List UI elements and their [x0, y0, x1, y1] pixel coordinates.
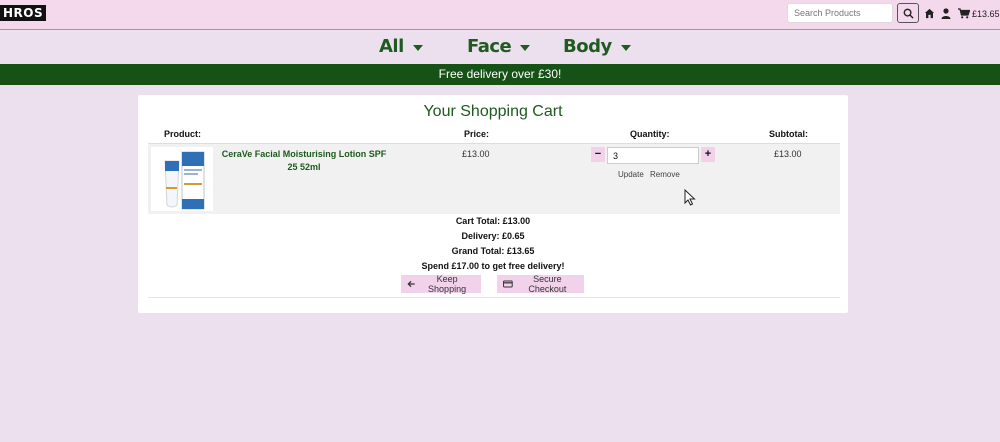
- free-delivery-note: Spend £17.00 to get free delivery!: [421, 261, 565, 271]
- category-nav: All Face Body: [0, 30, 1000, 64]
- cart-total-text: Cart Total: £13.00: [455, 216, 531, 226]
- delivery-text: Delivery: £0.65: [461, 231, 525, 241]
- item-price: £13.00: [462, 149, 490, 159]
- remove-link[interactable]: Remove: [650, 170, 680, 179]
- decrement-quantity-button[interactable]: −: [591, 147, 605, 162]
- credit-card-icon: [503, 280, 513, 288]
- logo[interactable]: HROS: [0, 5, 47, 21]
- secure-checkout-button[interactable]: Secure Checkout: [497, 274, 584, 294]
- grand-total-text: Grand Total: £13.65: [451, 246, 535, 256]
- arrow-left-icon: [407, 280, 415, 288]
- user-icon[interactable]: [940, 7, 952, 19]
- page-title: Your Shopping Cart: [423, 103, 563, 120]
- search-button[interactable]: [897, 3, 919, 23]
- quantity-input[interactable]: [607, 147, 699, 164]
- cart-icon[interactable]: [958, 7, 970, 19]
- keep-shopping-button[interactable]: Keep Shopping: [401, 274, 481, 294]
- column-header-quantity: Quantity:: [630, 129, 670, 139]
- shopping-cart-card: Your Shopping Cart Product: Price: Quant…: [138, 95, 848, 313]
- search-icon: [903, 8, 914, 19]
- nav-category-body[interactable]: Body: [563, 36, 631, 57]
- product-name[interactable]: CeraVe Facial Moisturising Lotion SPF 25…: [218, 148, 390, 174]
- increment-quantity-button[interactable]: +: [701, 147, 715, 162]
- item-subtotal: £13.00: [774, 149, 802, 159]
- search-input[interactable]: [787, 3, 893, 23]
- chevron-down-icon: [412, 44, 423, 51]
- nav-category-label: All: [379, 36, 404, 57]
- column-header-subtotal: Subtotal:: [769, 129, 808, 139]
- top-bar: HROS £13.65: [0, 0, 1000, 30]
- chevron-down-icon: [620, 44, 631, 51]
- divider: [148, 297, 840, 298]
- chevron-down-icon: [520, 44, 531, 51]
- keep-shopping-label: Keep Shopping: [428, 274, 467, 294]
- column-header-product: Product:: [164, 129, 201, 139]
- column-header-price: Price:: [464, 129, 490, 139]
- update-link[interactable]: Update: [618, 170, 644, 179]
- nav-category-face[interactable]: Face: [467, 36, 531, 57]
- cart-item-row: CeraVe Facial Moisturising Lotion SPF 25…: [148, 143, 840, 214]
- free-delivery-banner: Free delivery over £30!: [0, 64, 1000, 85]
- mouse-cursor-icon: [684, 189, 696, 206]
- home-icon[interactable]: [923, 7, 935, 19]
- product-image[interactable]: [151, 147, 213, 211]
- nav-category-label: Body: [563, 36, 612, 57]
- cart-total[interactable]: £13.65: [972, 8, 1000, 20]
- nav-category-all[interactable]: All: [379, 36, 423, 57]
- secure-checkout-label: Secure Checkout: [528, 274, 567, 294]
- nav-category-label: Face: [467, 36, 512, 57]
